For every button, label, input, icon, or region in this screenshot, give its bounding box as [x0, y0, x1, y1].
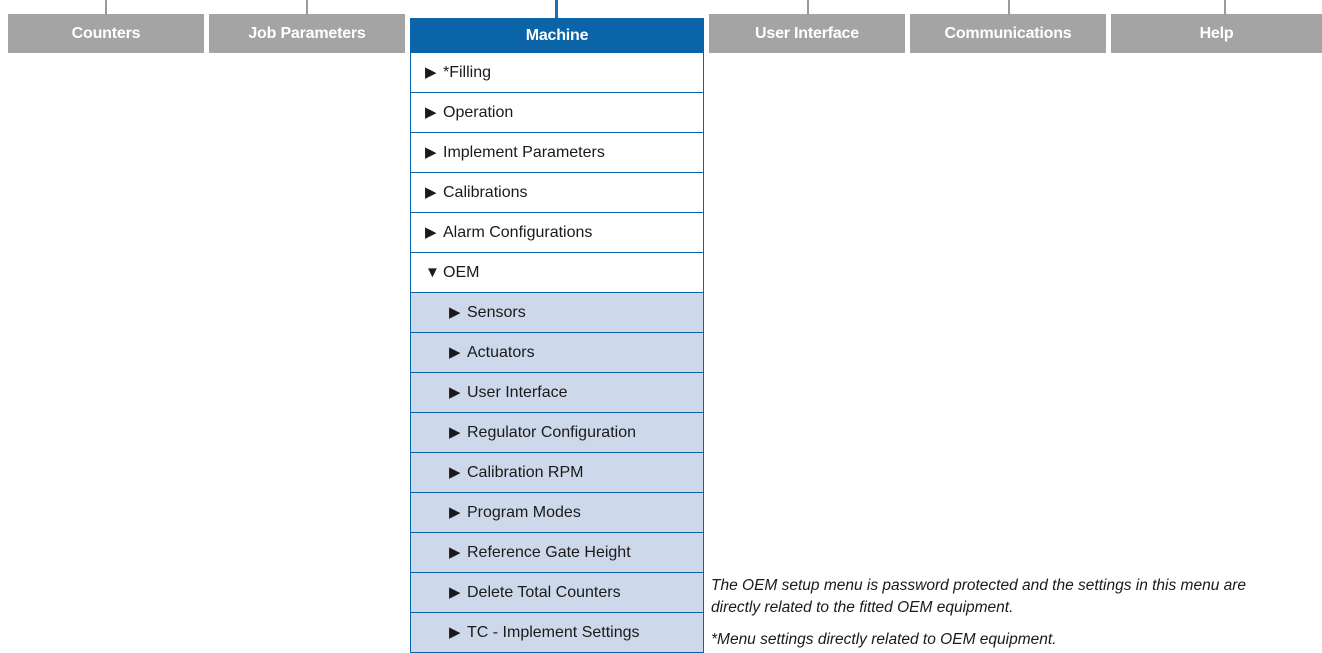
tab-connector: [105, 0, 107, 14]
menu-item-label: Alarm Configurations: [443, 223, 593, 241]
expand-arrow-icon: ▶: [449, 304, 461, 321]
submenu-item-label: Calibration RPM: [467, 463, 584, 481]
tab-connector: [1224, 0, 1226, 14]
expand-arrow-icon: ▶: [425, 144, 437, 161]
expand-arrow-icon: ▶: [449, 344, 461, 361]
tab-connector: [1008, 0, 1010, 14]
submenu-item-tc-implement-settings[interactable]: ▶ TC - Implement Settings: [410, 613, 704, 653]
expand-arrow-icon: ▶: [425, 224, 437, 241]
submenu-item-actuators[interactable]: ▶ Actuators: [410, 333, 704, 373]
submenu-item-label: Sensors: [467, 303, 526, 321]
submenu-item-user-interface[interactable]: ▶ User Interface: [410, 373, 704, 413]
expand-arrow-icon: ▶: [449, 424, 461, 441]
expand-arrow-icon: ▶: [449, 544, 461, 561]
expand-arrow-icon: ▶: [449, 624, 461, 641]
submenu-item-label: Regulator Configuration: [467, 423, 636, 441]
tab-connector: [807, 0, 809, 14]
expand-arrow-icon: ▶: [449, 504, 461, 521]
tab-connector: [306, 0, 308, 14]
menu-item-label: OEM: [443, 263, 480, 281]
tab-user-interface[interactable]: User Interface: [709, 14, 905, 53]
submenu-item-label: Reference Gate Height: [467, 543, 631, 561]
submenu-item-label: Program Modes: [467, 503, 581, 521]
menu-item-calibrations[interactable]: ▶ Calibrations: [410, 173, 704, 213]
oem-note-line-1: The OEM setup menu is password protected…: [711, 577, 1247, 594]
tab-job-parameters[interactable]: Job Parameters: [209, 14, 405, 53]
submenu-item-regulator-configuration[interactable]: ▶ Regulator Configuration: [410, 413, 704, 453]
expand-arrow-icon: ▶: [425, 64, 437, 81]
expand-arrow-icon: ▶: [449, 584, 461, 601]
menu-item-operation[interactable]: ▶ Operation: [410, 93, 704, 133]
submenu-item-calibration-rpm[interactable]: ▶ Calibration RPM: [410, 453, 704, 493]
submenu-item-label: Actuators: [467, 343, 535, 361]
menu-item-filling[interactable]: ▶ *Filling: [410, 53, 704, 93]
tab-counters[interactable]: Counters: [8, 14, 204, 53]
submenu-item-program-modes[interactable]: ▶ Program Modes: [410, 493, 704, 533]
submenu-item-delete-total-counters[interactable]: ▶ Delete Total Counters: [410, 573, 704, 613]
tab-help[interactable]: Help: [1111, 14, 1322, 53]
submenu-item-label: User Interface: [467, 383, 568, 401]
tab-connector-active: [555, 0, 558, 20]
menu-item-alarm-configurations[interactable]: ▶ Alarm Configurations: [410, 213, 704, 253]
submenu-item-label: TC - Implement Settings: [467, 623, 640, 641]
menu-item-implement-parameters[interactable]: ▶ Implement Parameters: [410, 133, 704, 173]
machine-menu: ▶ *Filling ▶ Operation ▶ Implement Param…: [410, 53, 704, 653]
expand-arrow-icon: ▶: [449, 384, 461, 401]
submenu-item-reference-gate-height[interactable]: ▶ Reference Gate Height: [410, 533, 704, 573]
collapse-arrow-icon: ▼: [425, 264, 440, 281]
submenu-item-label: Delete Total Counters: [467, 583, 621, 601]
menu-item-label: *Filling: [443, 63, 492, 81]
menu-item-label: Calibrations: [443, 183, 528, 201]
expand-arrow-icon: ▶: [449, 464, 461, 481]
menu-item-label: Implement Parameters: [443, 143, 605, 161]
oem-note-line-2: directly related to the fitted OEM equip…: [711, 599, 1014, 616]
expand-arrow-icon: ▶: [425, 184, 437, 201]
submenu-item-sensors[interactable]: ▶ Sensors: [410, 293, 704, 333]
menu-item-label: Operation: [443, 103, 514, 121]
tab-machine[interactable]: Machine: [410, 18, 704, 53]
oem-footnote: *Menu settings directly related to OEM e…: [711, 631, 1057, 648]
expand-arrow-icon: ▶: [425, 104, 437, 121]
tab-communications[interactable]: Communications: [910, 14, 1106, 53]
menu-item-oem[interactable]: ▼ OEM: [410, 253, 704, 293]
